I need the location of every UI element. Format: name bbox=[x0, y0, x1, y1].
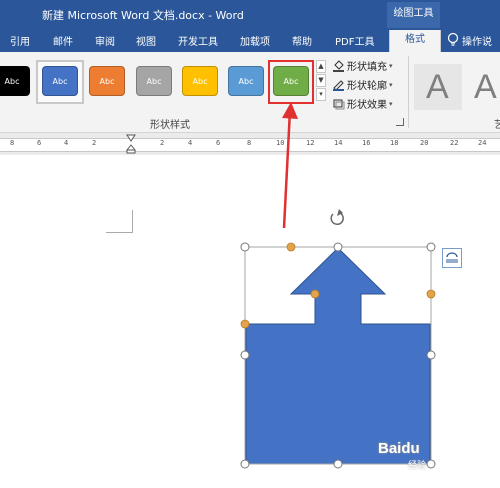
layout-options-icon bbox=[446, 252, 458, 263]
watermark-sub: 经验 bbox=[408, 461, 427, 471]
up-arrow-shape[interactable] bbox=[245, 247, 431, 465]
resize-handle[interactable] bbox=[426, 242, 436, 252]
adjust-handle[interactable] bbox=[240, 319, 250, 329]
resize-handle[interactable] bbox=[426, 459, 436, 469]
adjust-handle[interactable] bbox=[310, 289, 320, 299]
watermark-logo: Baidu bbox=[378, 440, 420, 457]
resize-handle[interactable] bbox=[426, 350, 436, 360]
resize-handle[interactable] bbox=[240, 350, 250, 360]
adjust-handle[interactable] bbox=[426, 289, 436, 299]
layout-options-button[interactable] bbox=[442, 248, 462, 268]
document-canvas bbox=[240, 102, 436, 469]
resize-handle[interactable] bbox=[333, 242, 343, 252]
annotation-arrow bbox=[282, 102, 298, 229]
resize-handle[interactable] bbox=[240, 242, 250, 252]
adjust-handle[interactable] bbox=[286, 242, 296, 252]
resize-handle[interactable] bbox=[240, 459, 250, 469]
rotate-handle-icon[interactable] bbox=[330, 209, 344, 226]
resize-handle[interactable] bbox=[333, 459, 343, 469]
